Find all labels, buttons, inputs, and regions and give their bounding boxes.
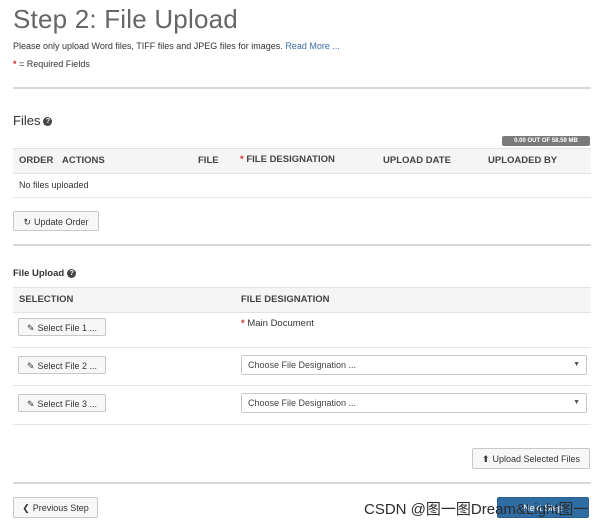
- row-divider: [13, 197, 591, 198]
- file-3-designation-select[interactable]: Choose File Designation ... ▼: [241, 393, 587, 413]
- select-file-3-label: Select File 3 ...: [37, 399, 98, 409]
- column-selection: SELECTION: [19, 294, 74, 305]
- paperclip-icon: ✎: [26, 323, 35, 333]
- caret-down-icon: ▼: [573, 399, 580, 406]
- select-file-1-label: Select File 1 ...: [37, 323, 98, 333]
- select-file-2-label: Select File 2 ...: [37, 361, 98, 371]
- file-2-designation-value: Choose File Designation ...: [248, 360, 357, 370]
- select-file-2-button[interactable]: ✎ Select File 2 ...: [18, 356, 106, 374]
- main-document-label: Main Document: [247, 318, 314, 329]
- column-file-designation[interactable]: * FILE DESIGNATION: [240, 154, 335, 165]
- caret-down-icon: ▼: [573, 361, 580, 368]
- paperclip-icon: ✎: [26, 361, 35, 371]
- paperclip-icon: ✎: [26, 399, 35, 409]
- file-upload-heading: File Upload?: [13, 268, 77, 279]
- column-file[interactable]: FILE: [198, 155, 219, 166]
- file-2-designation-select[interactable]: Choose File Designation ... ▼: [241, 355, 587, 375]
- upload-selected-files-button[interactable]: ⬆ Upload Selected Files: [472, 448, 590, 469]
- chevron-left-icon: ❮: [22, 503, 30, 513]
- instructions-text: Please only upload Word files, TIFF file…: [13, 41, 283, 51]
- column-order[interactable]: ORDER: [19, 155, 53, 166]
- required-star: *: [13, 59, 17, 69]
- row-divider: [13, 385, 591, 386]
- previous-step-button[interactable]: ❮ Previous Step: [13, 497, 98, 518]
- column-upload-date[interactable]: UPLOAD DATE: [383, 155, 451, 166]
- main-document-designation: * Main Document: [241, 318, 314, 329]
- row-divider: [13, 424, 591, 425]
- divider: [13, 482, 591, 484]
- read-more-link[interactable]: Read More ...: [285, 41, 340, 51]
- column-file-designation-label: FILE DESIGNATION: [246, 154, 335, 165]
- required-star: *: [241, 318, 245, 329]
- update-order-button[interactable]: ↻ Update Order: [13, 211, 99, 231]
- row-divider: [13, 347, 591, 348]
- divider: [13, 87, 591, 89]
- required-fields-legend: * = Required Fields: [13, 59, 90, 69]
- column-uploaded-by[interactable]: UPLOADED BY: [488, 155, 557, 166]
- divider: [13, 244, 591, 246]
- page-title: Step 2: File Upload: [13, 4, 238, 34]
- previous-step-label: Previous Step: [32, 503, 89, 513]
- help-icon[interactable]: ?: [67, 268, 77, 278]
- upload-instructions: Please only upload Word files, TIFF file…: [13, 41, 340, 51]
- select-file-3-button[interactable]: ✎ Select File 3 ...: [18, 394, 106, 412]
- upload-selected-files-label: Upload Selected Files: [492, 454, 581, 464]
- column-actions: ACTIONS: [62, 155, 105, 166]
- column-file-designation: FILE DESIGNATION: [241, 294, 330, 305]
- files-heading-text: Files: [13, 113, 41, 128]
- select-file-1-button[interactable]: ✎ Select File 1 ...: [18, 318, 106, 336]
- required-fields-text: = Required Fields: [19, 59, 90, 69]
- refresh-icon: ↻: [23, 217, 31, 227]
- file-upload-heading-text: File Upload: [13, 268, 65, 279]
- files-heading: Files?: [13, 113, 53, 128]
- empty-files-message: No files uploaded: [19, 180, 89, 190]
- storage-quota-badge: 0.00 OUT OF 58.59 MB: [502, 136, 590, 146]
- required-star: *: [240, 154, 244, 165]
- csdn-watermark: CSDN @图一图Dream&Light图一: [364, 501, 589, 518]
- help-icon[interactable]: ?: [43, 117, 53, 127]
- upload-icon: ⬆: [481, 454, 490, 464]
- file-3-designation-value: Choose File Designation ...: [248, 398, 357, 408]
- update-order-label: Update Order: [34, 217, 89, 227]
